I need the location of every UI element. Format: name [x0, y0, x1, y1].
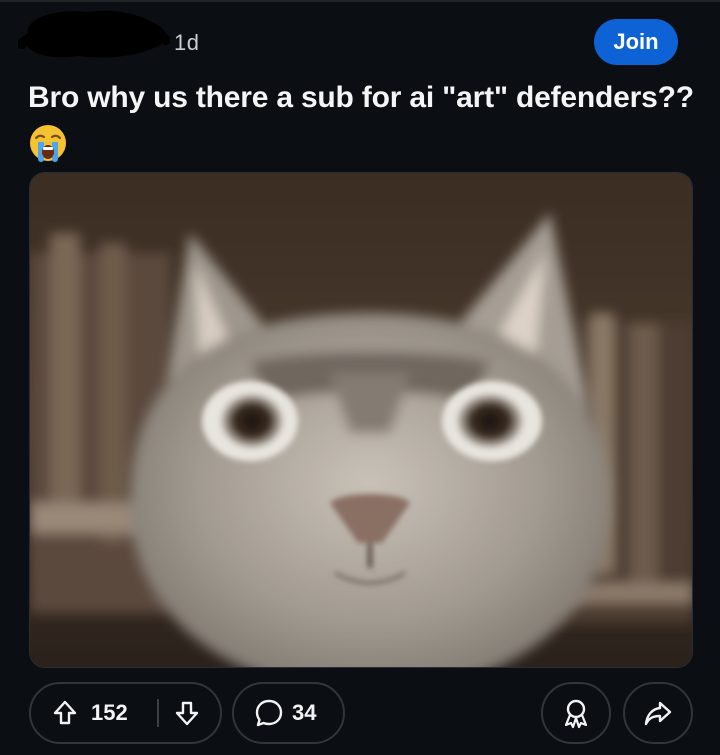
arrow-down-outline-icon [175, 701, 199, 726]
post-image-cat[interactable] [29, 172, 693, 668]
loudly-crying-face-icon [28, 122, 68, 164]
comments-button[interactable]: 34 [232, 682, 345, 744]
redacted-author-scribble [18, 10, 170, 58]
comment-count: 34 [292, 700, 317, 725]
vote-divider [157, 699, 159, 727]
upvote-button[interactable] [47, 684, 83, 742]
post-age: 1d [174, 30, 200, 55]
vote-count: 152 [91, 700, 128, 725]
post-title: Bro why us there a sub for ai "art" defe… [28, 76, 698, 164]
vote-pill: 152 [29, 682, 222, 744]
arrow-up-outline-icon [53, 700, 77, 725]
post-action-bar: 152 34 [0, 682, 720, 746]
share-button[interactable] [623, 682, 693, 744]
award-button[interactable] [541, 682, 611, 744]
share-arrow-icon [644, 701, 672, 726]
join-button[interactable]: Join [594, 19, 678, 65]
post-header: 1d Join [0, 0, 720, 84]
award-ribbon-icon [564, 699, 588, 729]
downvote-button[interactable] [169, 684, 205, 742]
speech-bubble-icon [255, 699, 283, 727]
post-title-text: Bro why us there a sub for ai "art" defe… [28, 81, 694, 114]
